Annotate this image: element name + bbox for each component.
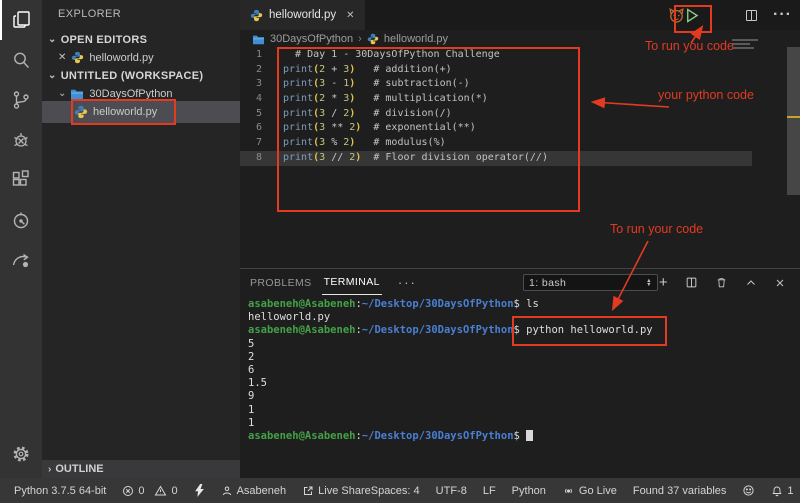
code-line: 7print(3 % 2) # modulus(%) — [240, 136, 800, 151]
chevron-down-icon: ⌄ — [48, 70, 57, 81]
terminal-line: asabeneh@Asabeneh:~/Desktop/30DaysOfPyth… — [248, 298, 793, 311]
folder-icon — [252, 34, 265, 45]
tab-helloworld[interactable]: helloworld.py ✕ — [240, 0, 365, 30]
chevron-down-icon: ⌄ — [48, 34, 57, 45]
split-editor-icon[interactable] — [744, 8, 759, 23]
smiley-icon — [742, 484, 755, 497]
live-share-icon — [302, 485, 314, 497]
terminal-line: 1.5 — [248, 377, 793, 390]
debug-icon[interactable] — [0, 120, 42, 160]
status-go-live[interactable]: Go Live — [562, 484, 617, 497]
status-language[interactable]: Python — [512, 485, 546, 497]
minimap — [732, 39, 762, 53]
code-line: 5print(3 / 2) # division(/) — [240, 107, 800, 122]
status-live-share[interactable]: Live Share — [302, 485, 371, 497]
error-icon — [122, 485, 134, 497]
panel-more-icon[interactable]: ··· — [398, 275, 417, 290]
folder-icon — [70, 88, 84, 100]
python-file-icon — [367, 33, 379, 45]
python-file-icon — [74, 105, 88, 119]
tab-close-icon[interactable]: ✕ — [346, 10, 354, 21]
user-icon — [221, 485, 233, 497]
maximize-panel-icon[interactable] — [745, 277, 757, 289]
terminal-line: helloworld.py — [248, 311, 793, 324]
terminal-line: asabeneh@Asabeneh:~/Desktop/30DaysOfPyth… — [248, 430, 793, 443]
status-variables[interactable]: Found 37 variables — [633, 485, 727, 497]
broadcast-icon — [562, 484, 575, 497]
split-terminal-icon[interactable] — [685, 276, 698, 289]
warning-icon — [154, 485, 167, 497]
terminal-line: 1 — [248, 417, 793, 430]
terminal-panel: PROBLEMS TERMINAL ··· 1: bash ▲▼ + — [240, 268, 800, 478]
code-line: 1 # Day 1 - 30DaysOfPython Challenge — [240, 48, 800, 63]
tab-problems[interactable]: PROBLEMS — [248, 271, 314, 295]
terminal-output[interactable]: asabeneh@Asabeneh:~/Desktop/30DaysOfPyth… — [248, 298, 793, 443]
lightning-icon — [194, 484, 205, 497]
chevron-down-icon: ⌄ — [58, 88, 66, 99]
tab-label: helloworld.py — [269, 9, 336, 21]
status-bar: Python 3.7.5 64-bit 0 0 Asabeneh Live Sh… — [0, 478, 800, 503]
breadcrumb-folder[interactable]: 30DaysOfPython — [270, 33, 353, 45]
sidebar-title: EXPLORER — [58, 8, 121, 20]
close-icon[interactable]: ✕ — [58, 52, 66, 63]
code-line: 6print(3 ** 2) # exponential(**) — [240, 121, 800, 136]
tab-bar: helloworld.py ✕ ··· — [240, 0, 800, 30]
source-control-icon[interactable] — [0, 80, 42, 120]
settings-gear-icon[interactable] — [0, 436, 42, 472]
status-problems[interactable]: 0 0 — [122, 485, 177, 497]
share-draw-icon[interactable] — [0, 240, 42, 280]
status-python-version[interactable]: Python 3.7.5 64-bit — [14, 485, 106, 497]
terminal-line: 1 — [248, 404, 793, 417]
bell-icon — [771, 484, 783, 497]
chevron-right-icon: › — [48, 464, 51, 475]
breadcrumb-separator: › — [358, 33, 362, 45]
workspace-header[interactable]: ⌄ UNTITLED (WORKSPACE) — [42, 67, 240, 84]
breadcrumb-file[interactable]: helloworld.py — [384, 33, 448, 45]
editor-scrollbar[interactable] — [787, 47, 800, 195]
extensions-icon[interactable] — [0, 160, 42, 200]
python-file-icon — [250, 9, 263, 22]
tab-terminal[interactable]: TERMINAL — [322, 270, 382, 295]
activity-bar — [0, 0, 42, 478]
status-spaces[interactable]: Spaces: 4 — [371, 485, 420, 497]
explorer-icon[interactable] — [0, 0, 42, 40]
overview-ruler-marker — [787, 116, 800, 118]
editor-group: helloworld.py ✕ ··· 30DaysOfPython › hel… — [240, 0, 800, 478]
kill-terminal-icon[interactable] — [715, 276, 728, 289]
folder-item[interactable]: ⌄ 30DaysOfPython — [42, 85, 240, 102]
outline-header[interactable]: › OUTLINE — [42, 460, 240, 478]
code-line: 3print(3 - 1) # subtraction(-) — [240, 77, 800, 92]
terminal-line: 9 — [248, 390, 793, 403]
terminal-select[interactable]: 1: bash ▲▼ — [523, 274, 658, 291]
time-tracker-icon[interactable] — [0, 200, 42, 240]
code-line: 4print(2 * 3) # multiplication(*) — [240, 92, 800, 107]
code-line: 2print(2 + 3) # addition(+) — [240, 63, 800, 78]
code-line: 8print(3 // 2) # Floor division operator… — [240, 151, 752, 166]
status-eol[interactable]: LF — [483, 485, 496, 497]
selected-file-item[interactable]: helloworld.py — [42, 101, 240, 123]
status-user[interactable]: Asabeneh — [221, 485, 287, 497]
breadcrumb: 30DaysOfPython › helloworld.py — [240, 30, 800, 48]
terminal-line: 5 — [248, 338, 793, 351]
status-encoding[interactable]: UTF-8 — [436, 485, 467, 497]
code-editor[interactable]: 1 # Day 1 - 30DaysOfPython Challenge2pri… — [240, 48, 800, 268]
terminal-line: 6 — [248, 364, 793, 377]
vscode-window: { "activity_bar": { "icons": ["explorer"… — [0, 0, 800, 503]
explorer-sidebar: EXPLORER ⌄ OPEN EDITORS ✕ helloworld.py … — [42, 0, 240, 478]
search-icon[interactable] — [0, 40, 42, 80]
close-panel-icon[interactable] — [774, 277, 786, 289]
python-file-icon — [71, 51, 84, 64]
open-editors-header[interactable]: ⌄ OPEN EDITORS — [42, 31, 240, 48]
new-terminal-icon[interactable]: + — [659, 274, 668, 291]
select-arrows-icon: ▲▼ — [646, 279, 652, 287]
run-python-button[interactable] — [683, 7, 701, 24]
open-editor-item[interactable]: ✕ helloworld.py — [42, 49, 240, 66]
panel-header: PROBLEMS TERMINAL ··· 1: bash ▲▼ + — [240, 269, 800, 296]
status-feedback[interactable] — [742, 484, 755, 497]
more-actions-icon[interactable]: ··· — [773, 6, 792, 24]
status-notifications[interactable]: 1 — [771, 484, 793, 497]
terminal-line: asabeneh@Asabeneh:~/Desktop/30DaysOfPyth… — [248, 324, 793, 337]
terminal-line: 2 — [248, 351, 793, 364]
status-lightning[interactable] — [194, 484, 205, 497]
